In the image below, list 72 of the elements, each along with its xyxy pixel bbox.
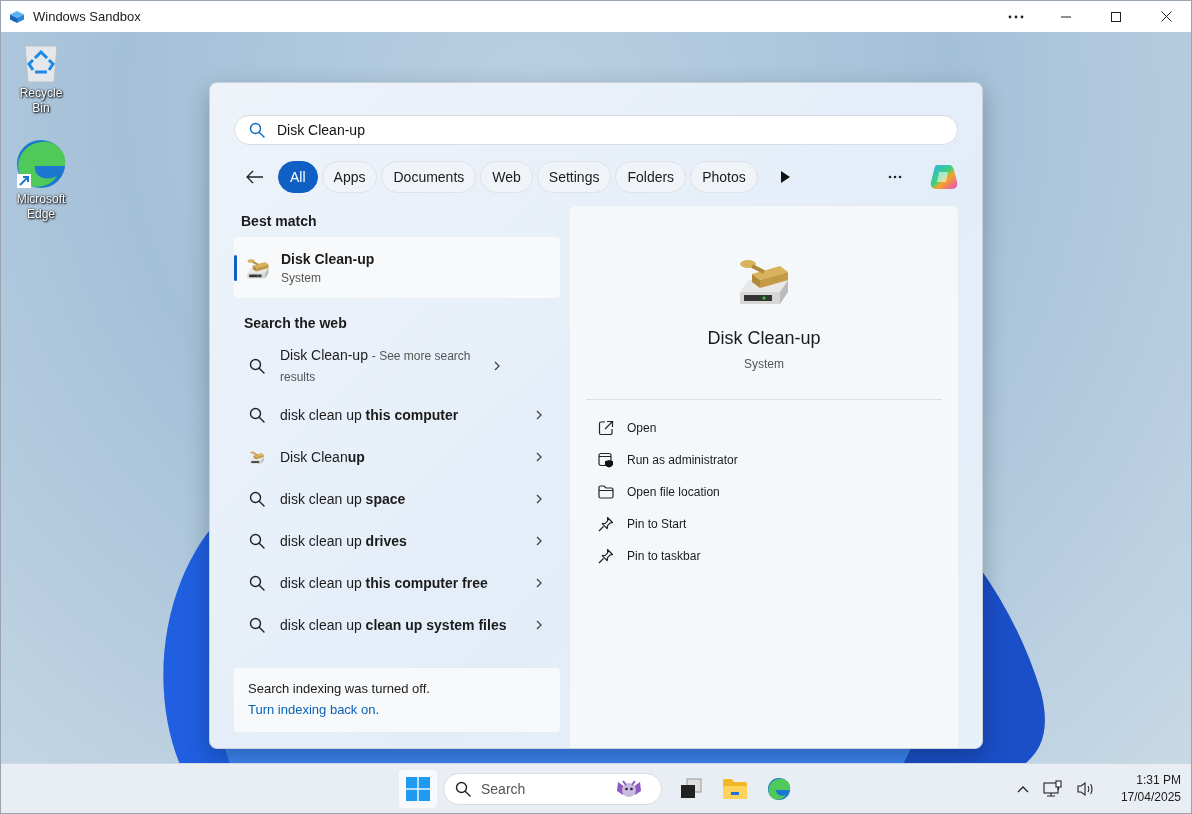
chevron-right-icon bbox=[494, 361, 500, 371]
search-icon bbox=[249, 122, 265, 138]
filter-tab[interactable]: All bbox=[278, 161, 318, 193]
start-button[interactable] bbox=[399, 770, 437, 808]
action-item[interactable]: Run as administrator bbox=[627, 453, 738, 467]
folder-icon[interactable] bbox=[722, 778, 748, 800]
clock-date: 17/04/2025 bbox=[1120, 790, 1181, 804]
search-icon bbox=[249, 407, 265, 423]
turn-indexing-on-link[interactable]: Turn indexing back on. bbox=[248, 702, 380, 717]
taskbar-search-box[interactable]: Search bbox=[443, 773, 662, 805]
recycle-bin-icon[interactable] bbox=[23, 42, 59, 84]
pin-icon bbox=[598, 548, 614, 564]
web-result-text[interactable]: Disk Cleanup bbox=[280, 447, 522, 467]
play-icon[interactable] bbox=[779, 171, 790, 183]
web-result-text[interactable]: disk clean up this computer free bbox=[280, 573, 522, 593]
action-item[interactable]: Pin to Start bbox=[627, 517, 687, 531]
filter-tab[interactable]: Settings bbox=[536, 161, 612, 193]
best-match-title: Disk Clean-up bbox=[281, 250, 375, 267]
filter-tab[interactable]: Folders bbox=[615, 161, 687, 193]
maximize-icon[interactable] bbox=[1111, 11, 1121, 22]
search-icon bbox=[249, 617, 265, 633]
chevron-right-icon bbox=[536, 410, 542, 420]
web-result-text[interactable]: disk clean up space bbox=[280, 489, 522, 509]
filter-tab[interactable]: Documents bbox=[381, 161, 477, 193]
search-icon bbox=[249, 491, 265, 507]
best-match-item[interactable]: Disk Clean-up System bbox=[234, 237, 560, 298]
more-options-icon[interactable] bbox=[1008, 14, 1024, 19]
edge-icon[interactable] bbox=[767, 777, 791, 801]
search-icon bbox=[249, 358, 265, 374]
action-item[interactable]: Open bbox=[627, 421, 657, 435]
chevron-right-icon bbox=[536, 494, 542, 504]
sandbox-logo-icon bbox=[9, 9, 25, 24]
window-title: Windows Sandbox bbox=[33, 9, 142, 24]
bat-mascot-icon bbox=[616, 778, 642, 800]
search-icon bbox=[249, 575, 265, 591]
web-result-text[interactable]: disk clean up this computer bbox=[280, 405, 522, 425]
window-shield-icon bbox=[598, 452, 614, 468]
search-query-field[interactable]: Disk Clean-up bbox=[234, 115, 958, 145]
web-result-text[interactable]: Disk Clean-up - See more search results bbox=[280, 345, 480, 387]
action-item[interactable]: Open file location bbox=[627, 485, 720, 499]
section-heading: Search the web bbox=[243, 314, 348, 333]
action-item[interactable]: Pin to taskbar bbox=[627, 549, 701, 563]
network-icon[interactable] bbox=[1042, 779, 1063, 798]
speaker-icon[interactable] bbox=[1076, 780, 1095, 797]
filter-tab[interactable]: Web bbox=[480, 161, 533, 193]
chevron-right-icon bbox=[536, 578, 542, 588]
close-icon[interactable] bbox=[1160, 11, 1172, 22]
filter-tab[interactable]: Photos bbox=[690, 161, 758, 193]
clock[interactable]: 1:31 PM 17/04/2025 bbox=[1120, 773, 1181, 804]
search-icon bbox=[249, 533, 265, 549]
task-view-icon[interactable] bbox=[679, 778, 703, 800]
chevron-right-icon bbox=[536, 452, 542, 462]
search-icon bbox=[455, 781, 471, 797]
pin-icon bbox=[598, 516, 614, 532]
open-external-icon bbox=[598, 420, 614, 436]
edge-shortcut-icon[interactable] bbox=[15, 138, 67, 190]
folder-icon bbox=[598, 485, 614, 499]
web-result-text[interactable]: disk clean up drives bbox=[280, 531, 522, 551]
web-result-text[interactable]: disk clean up clean up system files bbox=[280, 615, 522, 635]
notice-text: Search indexing was turned off. bbox=[248, 681, 431, 696]
app-subtitle: System bbox=[744, 357, 784, 371]
copilot-icon[interactable] bbox=[928, 163, 958, 191]
clock-time: 1:31 PM bbox=[1136, 773, 1181, 787]
app-title: Disk Clean-up bbox=[707, 328, 821, 349]
minimize-icon[interactable] bbox=[1061, 15, 1071, 18]
chevron-right-icon bbox=[536, 536, 542, 546]
best-match-subtitle: System bbox=[281, 270, 322, 285]
filter-tab[interactable]: Apps bbox=[321, 161, 378, 193]
caret-up-icon[interactable] bbox=[1016, 784, 1029, 793]
section-heading: Best match bbox=[240, 212, 318, 231]
more-options-icon[interactable] bbox=[888, 175, 902, 179]
chevron-right-icon bbox=[536, 620, 542, 630]
